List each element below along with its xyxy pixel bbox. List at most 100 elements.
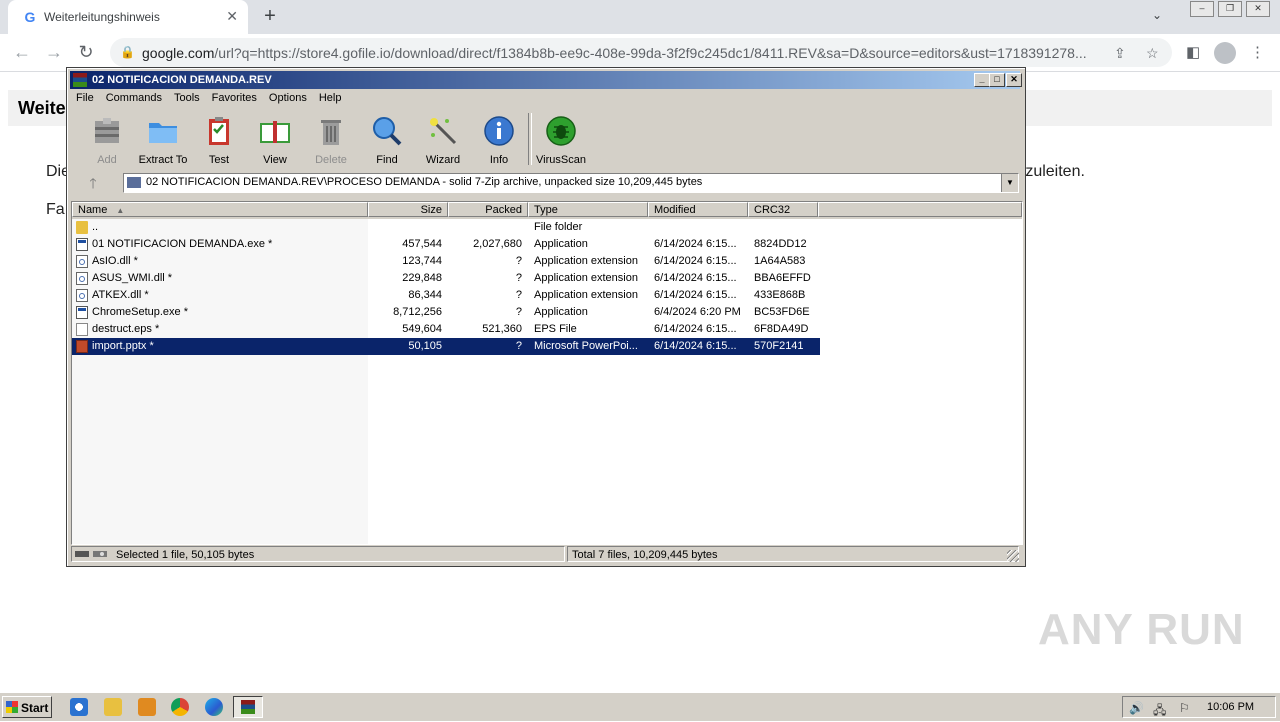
winrar-close-icon[interactable]: ✕ [1006, 73, 1022, 87]
address-bar[interactable]: 🔒 google.com/url?q=https://store4.gofile… [110, 38, 1172, 67]
reload-icon[interactable]: ↻ [74, 42, 98, 62]
tab-search-chevron-icon[interactable]: ⌄ [1152, 8, 1162, 22]
path-combobox[interactable]: 02 NOTIFICACION DEMANDA.REV\PROCESO DEMA… [123, 173, 1019, 193]
file-row[interactable]: import.pptx * 50,105? Microsoft PowerPoi..… [72, 338, 820, 355]
restore-icon[interactable]: ❐ [1218, 1, 1242, 17]
winrar-app-icon [73, 73, 87, 87]
extract-to-button[interactable]: Extract To [135, 111, 191, 167]
tab-close-icon[interactable]: ✕ [226, 8, 238, 25]
close-window-icon[interactable]: ✕ [1246, 1, 1270, 17]
file-list[interactable]: Name ▲ Size Packed Type Modified CRC32 .… [71, 201, 1023, 545]
resize-grip-icon[interactable] [1007, 550, 1019, 562]
column-header-type[interactable]: Type [528, 202, 648, 217]
virusscan-label: VirusScan [536, 154, 586, 166]
menu-favorites[interactable]: Favorites [206, 90, 263, 108]
column-header-packed[interactable]: Packed [448, 202, 528, 217]
drive-status-icon[interactable] [73, 548, 113, 560]
path-dropdown-arrow-icon[interactable]: ▼ [1001, 174, 1018, 192]
test-button[interactable]: Test [191, 111, 247, 167]
back-arrow-icon[interactable]: ← [10, 42, 34, 62]
google-favicon-icon: G [24, 9, 36, 25]
page-text-line1-end: rzuleiten. [1020, 163, 1085, 180]
file-packed: ? [515, 340, 522, 352]
file-name: AsIO.dll * [92, 255, 138, 267]
network-icon[interactable]: 🖧 [1153, 701, 1166, 722]
winrar-toolbar: Add Extract To Test View Delete Find Wiz… [73, 111, 1019, 167]
menu-help[interactable]: Help [313, 90, 348, 108]
virusscan-button[interactable]: VirusScan [533, 111, 589, 167]
winrar-window: 02 NOTIFICACION DEMANDA.REV _ □ ✕ File C… [66, 67, 1026, 567]
add-label: Add [97, 154, 117, 166]
ie-icon[interactable] [70, 698, 88, 716]
file-size: 549,604 [402, 323, 442, 335]
up-one-level-icon[interactable]: 🡑 [73, 172, 113, 194]
browser-tab[interactable]: G Weiterleitungshinweis ✕ [8, 0, 248, 34]
file-crc: 1A64A583 [754, 255, 806, 267]
menu-tools[interactable]: Tools [168, 90, 206, 108]
column-header-crc32[interactable]: CRC32 [748, 202, 818, 217]
file-row[interactable]: AsIO.dll * 123,744? Application extension 6… [72, 253, 820, 270]
taskbar-winrar-button[interactable] [233, 696, 263, 718]
find-label: Find [376, 154, 398, 166]
system-tray: 🔊 🖧 ⚐ 10:06 PM [1122, 696, 1276, 718]
media-player-icon[interactable] [138, 698, 156, 716]
file-row[interactable]: ChromeSetup.exe * 8,712,256? Application 6/… [72, 304, 820, 321]
volume-icon[interactable]: 🔊 [1129, 701, 1144, 715]
file-size: 8,712,256 [393, 306, 442, 318]
file-row[interactable]: 01 NOTIFICACION DEMANDA.exe * 457,544 2,02… [72, 236, 820, 253]
view-button[interactable]: View [247, 111, 303, 167]
menu-file[interactable]: File [70, 90, 100, 108]
add-button[interactable]: Add [79, 111, 135, 167]
profile-avatar-icon[interactable] [1214, 42, 1236, 64]
forward-arrow-icon[interactable]: → [42, 42, 66, 62]
winrar-maximize-icon[interactable]: □ [989, 73, 1005, 87]
share-icon[interactable]: ⇪ [1114, 45, 1126, 62]
new-tab-icon[interactable]: + [260, 5, 280, 28]
magnifier-icon [373, 117, 402, 146]
winrar-path-bar: 🡑 02 NOTIFICACION DEMANDA.REV\PROCESO DE… [73, 172, 1019, 194]
start-label: Start [21, 701, 49, 715]
column-header-name[interactable]: Name ▲ [72, 202, 368, 217]
menu-commands[interactable]: Commands [100, 90, 168, 108]
path-text: 02 NOTIFICACION DEMANDA.REV\PROCESO DEMA… [146, 176, 703, 188]
file-name: .. [92, 221, 99, 233]
window-controls: – ❐ ✕ [1186, 1, 1270, 17]
archive-path-icon [127, 177, 141, 188]
file-crc: 433E868B [754, 289, 806, 301]
winrar-menu-bar: File Commands Tools Favorites Options He… [70, 90, 347, 108]
explorer-folder-icon[interactable] [104, 698, 122, 716]
wand-icon [430, 118, 457, 145]
clock[interactable]: 10:06 PM [1207, 701, 1254, 713]
menu-options[interactable]: Options [263, 90, 313, 108]
bookmark-star-icon[interactable]: ☆ [1146, 45, 1159, 62]
winrar-minimize-icon[interactable]: _ [974, 73, 990, 87]
exe-file-icon [76, 306, 88, 319]
file-row[interactable]: ASUS_WMI.dll * 229,848? Application extens… [72, 270, 820, 287]
action-center-flag-icon[interactable]: ⚐ [1179, 701, 1190, 715]
delete-label: Delete [315, 154, 347, 166]
column-header-modified[interactable]: Modified [648, 202, 748, 217]
tab-title: Weiterleitungshinweis [44, 10, 160, 24]
file-row[interactable]: .. File folder [72, 219, 820, 236]
minimize-icon[interactable]: – [1190, 1, 1214, 17]
info-button[interactable]: Info [471, 111, 527, 167]
delete-button[interactable]: Delete [303, 111, 359, 167]
chrome-menu-icon[interactable]: ⋮ [1250, 43, 1265, 61]
column-header-size[interactable]: Size [368, 202, 448, 217]
taskbar: Start 🔊 🖧 ⚐ 10:06 PM [0, 692, 1280, 721]
extract-folder-icon [149, 123, 177, 143]
edge-icon[interactable] [205, 698, 223, 716]
file-packed: ? [515, 306, 522, 318]
dll-file-icon [76, 255, 88, 268]
file-row[interactable]: ATKEX.dll * 86,344? Application extension 6… [72, 287, 820, 304]
url-text[interactable]: google.com/url?q=https://store4.gofile.i… [142, 45, 1102, 61]
file-crc: 570F2141 [754, 340, 804, 352]
start-button[interactable]: Start [2, 696, 52, 718]
find-button[interactable]: Find [359, 111, 415, 167]
winrar-title-bar[interactable]: 02 NOTIFICACION DEMANDA.REV _ □ ✕ [70, 71, 1022, 89]
chrome-icon[interactable] [171, 698, 189, 716]
side-panel-icon[interactable]: ◧ [1186, 43, 1200, 61]
wizard-button[interactable]: Wizard [415, 111, 471, 167]
file-row[interactable]: destruct.eps * 549,604 521,360 EPS File 6/14… [72, 321, 820, 338]
lock-icon[interactable]: 🔒 [120, 45, 135, 59]
